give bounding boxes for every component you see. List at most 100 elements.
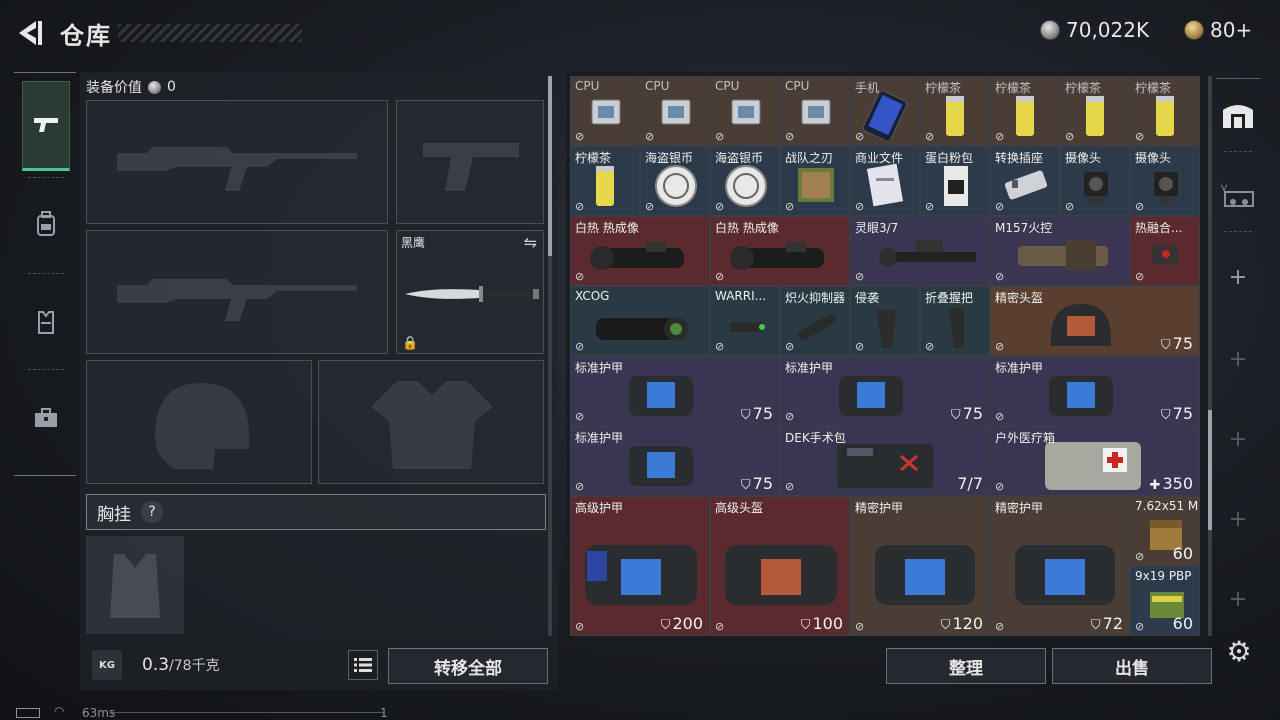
inventory-item[interactable]: 白热 热成像 ⊘ — [570, 216, 710, 286]
inventory-scrollbar[interactable] — [1208, 76, 1212, 636]
inventory-item[interactable]: 高级护甲 ⊘ ⛉ 200 — [570, 496, 710, 636]
inventory-item[interactable]: CPU ⊘ — [570, 76, 640, 146]
equipment-scrollbar-thumb[interactable] — [548, 76, 552, 256]
inventory-item[interactable]: 柠檬茶 ⊘ — [570, 146, 640, 216]
list-icon — [354, 658, 372, 672]
inventory-item[interactable]: 白热 热成像 ⊘ — [710, 216, 850, 286]
item-name: 高级护甲 — [575, 501, 624, 515]
add-container-slot[interactable]: + — [1216, 247, 1260, 307]
inventory-item[interactable]: 9x19 PBP ⊘ 60 — [1130, 566, 1200, 636]
inventory-item[interactable]: 精密护甲 ⊘ ⛉ 120 — [850, 496, 990, 636]
add-container-slot[interactable]: + — [1216, 409, 1260, 469]
inventory-item[interactable]: 户外医疗箱 ⊘ ✚ 350 — [990, 426, 1200, 496]
medkit-icon — [837, 444, 933, 488]
gold-coin-icon — [1184, 20, 1204, 40]
knife-icon — [405, 286, 539, 302]
pistol-tab[interactable] — [22, 81, 70, 171]
untradeable-icon: ⊘ — [995, 340, 1005, 353]
inventory-item[interactable]: 折叠握把 ⊘ — [920, 286, 990, 356]
inventory-item[interactable]: 高级头盔 ⊘ ⛉ 100 — [710, 496, 850, 636]
toolbox-tab[interactable] — [22, 373, 70, 463]
weight-max: /78千克 — [169, 658, 220, 674]
swap-icon[interactable]: ⇋ — [524, 233, 537, 252]
bigarmor2-icon — [1015, 545, 1115, 605]
untradeable-icon: ⊘ — [995, 410, 1005, 423]
inventory-item[interactable]: 柠檬茶 ⊘ — [990, 76, 1060, 146]
helmet-icon — [1051, 304, 1111, 346]
inventory-item[interactable]: 商业文件 ⊘ — [850, 146, 920, 216]
inventory-item[interactable]: CPU ⊘ — [710, 76, 780, 146]
inventory-item[interactable]: 精密头盔 ⊘ ⛉ 75 — [990, 286, 1200, 356]
item-durability: ⛉ 75 — [1161, 404, 1193, 423]
gold-balance[interactable]: 80+ — [1184, 18, 1252, 42]
primary-weapon-slot-2[interactable] — [86, 230, 388, 354]
vest-tab[interactable] — [22, 277, 70, 367]
inventory-item[interactable]: 热融合... ⊘ — [1130, 216, 1200, 286]
item-value: 100 — [812, 614, 843, 633]
item-name: DEK手术包 — [785, 431, 846, 445]
sell-button[interactable]: 出售 — [1052, 648, 1212, 684]
inventory-item[interactable]: 灵眼3/7 ⊘ — [850, 216, 990, 286]
add-container-slot[interactable]: + — [1216, 489, 1260, 549]
inventory-item[interactable]: 转换插座 ⊘ — [990, 146, 1060, 216]
inventory-item[interactable]: M157火控 ⊘ — [990, 216, 1130, 286]
list-view-button[interactable] — [348, 650, 378, 680]
inventory-item[interactable]: 手机 ⊘ — [850, 76, 920, 146]
inventory-item[interactable]: 7.62x51 M62 ⊘ 60 — [1130, 496, 1200, 566]
inventory-item[interactable]: DEK手术包 ⊘ 7/7 — [780, 426, 990, 496]
inventory-item[interactable]: 摄像头 ⊘ — [1130, 146, 1200, 216]
inventory-item[interactable]: 标准护甲 ⊘ ⛉ 75 — [570, 356, 780, 426]
item-name: M157火控 — [995, 221, 1053, 235]
shield-icon: ⛉ — [1090, 618, 1101, 633]
melee-slot[interactable]: 黑鹰 ⇋ 🔒 — [396, 230, 544, 354]
inventory-item[interactable]: 蛋白粉包 ⊘ — [920, 146, 990, 216]
chip-icon — [731, 99, 761, 125]
add-container-slot[interactable]: + — [1216, 569, 1260, 629]
coin-balance[interactable]: 70,022K — [1040, 18, 1149, 42]
inventory-item[interactable]: 炽火抑制器 ⊘ — [780, 286, 850, 356]
inventory-item[interactable]: WARRI... ⊘ — [710, 286, 780, 356]
item-name: 手机 — [855, 81, 880, 95]
item-durability: ⛉ 72 — [1091, 614, 1123, 633]
inventory-item[interactable]: 标准护甲 ⊘ ⛉ 75 — [990, 356, 1200, 426]
item-name: 精密护甲 — [855, 501, 904, 515]
inventory-item[interactable]: 柠檬茶 ⊘ — [1060, 76, 1130, 146]
primary-weapon-slot[interactable] — [86, 100, 388, 224]
settings-gear-icon[interactable]: ⚙ — [1222, 634, 1256, 668]
weight-current: 0.3 — [142, 655, 170, 675]
inventory-scrollbar-thumb[interactable] — [1208, 410, 1212, 530]
inventory-item[interactable]: CPU ⊘ — [640, 76, 710, 146]
item-durability: 7/7 — [955, 474, 983, 493]
inventory-item[interactable]: 战队之刃 ⊘ — [780, 146, 850, 216]
category-rail — [14, 72, 76, 476]
transfer-all-button[interactable]: 转移全部 — [388, 648, 548, 684]
inventory-item[interactable]: 精密护甲 ⊘ ⛉ 72 — [990, 496, 1130, 636]
item-name: 标准护甲 — [575, 361, 624, 375]
sort-button[interactable]: 整理 — [886, 648, 1046, 684]
inventory-item[interactable]: 海盗银币 ⊘ — [640, 146, 710, 216]
inventory-item[interactable]: 标准护甲 ⊘ ⛉ 75 — [780, 356, 990, 426]
backpack-tab[interactable] — [22, 179, 70, 269]
vehicle-case-tab[interactable]: V — [1216, 165, 1260, 225]
inventory-item[interactable]: 摄像头 ⊘ — [1060, 146, 1130, 216]
item-name: 标准护甲 — [575, 431, 624, 445]
inventory-item[interactable]: 柠檬茶 ⊘ — [1130, 76, 1200, 146]
untradeable-icon: ⊘ — [1135, 620, 1145, 633]
armor-slot[interactable] — [318, 360, 544, 484]
inventory-item[interactable]: CPU ⊘ — [780, 76, 850, 146]
back-arrow-icon[interactable] — [14, 18, 44, 48]
secondary-weapon-slot[interactable] — [396, 100, 544, 224]
rifle-silhouette-icon — [117, 279, 357, 321]
stash-tab[interactable] — [1216, 85, 1260, 145]
item-name: CPU — [785, 79, 810, 93]
help-icon[interactable]: ? — [141, 501, 163, 523]
chest-rig-slot[interactable] — [86, 536, 184, 634]
inventory-item[interactable]: XCOG ⊘ — [570, 286, 710, 356]
armor-icon — [1049, 376, 1113, 416]
add-container-slot[interactable]: + — [1216, 329, 1260, 389]
inventory-item[interactable]: 柠檬茶 ⊘ — [920, 76, 990, 146]
inventory-item[interactable]: 侵袭 ⊘ — [850, 286, 920, 356]
inventory-item[interactable]: 标准护甲 ⊘ ⛉ 75 — [570, 426, 780, 496]
inventory-item[interactable]: 海盗银币 ⊘ — [710, 146, 780, 216]
helmet-slot[interactable] — [86, 360, 312, 484]
